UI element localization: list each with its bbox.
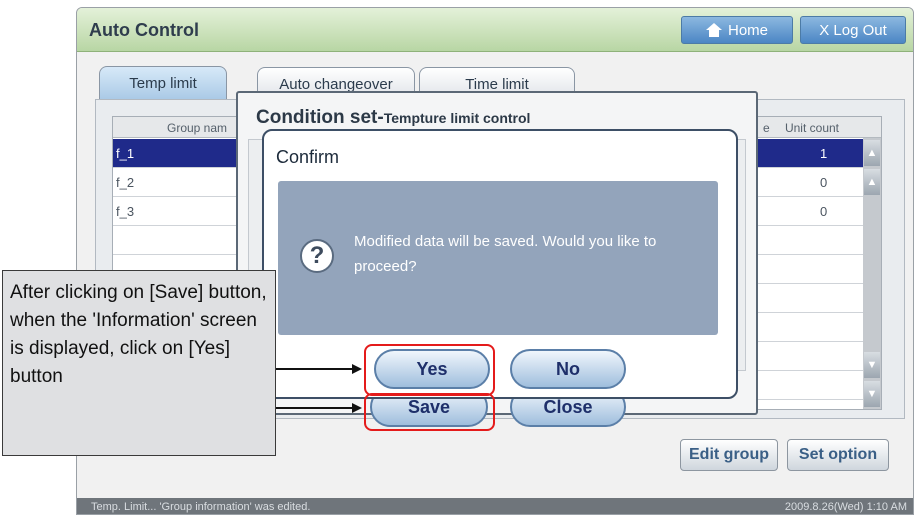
- callout-arrows: [276, 364, 362, 413]
- arrow-to-save-head: [352, 403, 362, 413]
- arrow-to-yes-head: [352, 364, 362, 374]
